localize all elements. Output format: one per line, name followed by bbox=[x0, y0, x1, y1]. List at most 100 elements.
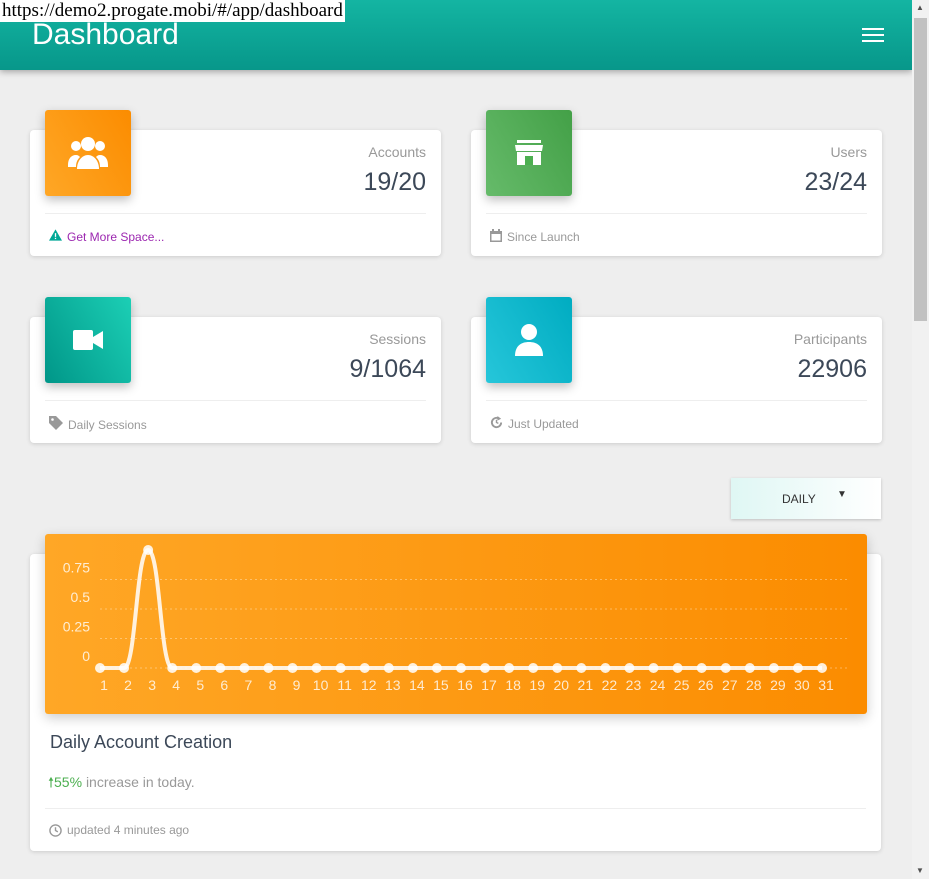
x-tick-label: 1 bbox=[100, 677, 108, 693]
stat-label: Users bbox=[830, 144, 867, 160]
data-point bbox=[792, 663, 803, 673]
x-tick-label: 11 bbox=[337, 677, 352, 693]
x-tick-label: 4 bbox=[172, 677, 180, 693]
data-point bbox=[817, 663, 827, 673]
data-point bbox=[143, 545, 154, 555]
x-tick-label: 22 bbox=[602, 677, 618, 693]
stat-card-participants: Participants 22906 Just Updated bbox=[471, 297, 882, 443]
x-tick-label: 12 bbox=[361, 677, 377, 693]
data-point bbox=[504, 663, 515, 673]
y-tick-label: 0.5 bbox=[71, 589, 91, 605]
x-tick-label: 30 bbox=[794, 677, 810, 693]
x-tick-label: 10 bbox=[313, 677, 329, 693]
stat-footer: Just Updated bbox=[490, 416, 579, 432]
page-title: Dashboard bbox=[32, 18, 179, 51]
data-point bbox=[359, 663, 370, 673]
data-point bbox=[335, 663, 346, 673]
data-point bbox=[672, 663, 683, 673]
line-chart: 00.250.50.751 2 3 4 5 6 7 8 9 10 11 12 13 14 15 16 17 18 1… bbox=[63, 545, 847, 693]
x-tick-label: 20 bbox=[553, 677, 569, 693]
x-tick-label: 16 bbox=[457, 677, 473, 693]
stat-footer: Since Launch bbox=[490, 229, 580, 245]
data-point bbox=[696, 663, 707, 673]
data-point bbox=[528, 663, 539, 673]
data-point bbox=[431, 663, 442, 673]
data-point bbox=[311, 663, 322, 673]
data-point bbox=[287, 663, 298, 673]
hamburger-menu-icon[interactable] bbox=[862, 28, 884, 42]
x-tick-label: 15 bbox=[433, 677, 449, 693]
caret-down-icon: ▼ bbox=[837, 489, 847, 500]
x-tick-label: 2 bbox=[124, 677, 132, 693]
stat-footer: Daily Sessions bbox=[49, 416, 147, 433]
x-tick-label: 19 bbox=[529, 677, 545, 693]
chart-area: 0 0.25 0.5 0.75 1 2 3 4 5 6 7 8 9 10 11 12 13 14 15 16 17 18 1… bbox=[45, 534, 867, 714]
data-point bbox=[239, 663, 250, 673]
y-tick-label: 0.75 bbox=[63, 560, 90, 576]
increase-value: 55% bbox=[54, 774, 83, 790]
data-point bbox=[768, 663, 779, 673]
stat-card-accounts: Accounts 19/20 Get More Space... bbox=[30, 110, 441, 256]
data-point bbox=[167, 663, 178, 673]
data-point bbox=[119, 663, 130, 673]
x-tick-label: 27 bbox=[722, 677, 738, 693]
y-tick-label: 0 bbox=[82, 648, 90, 664]
tag-icon bbox=[49, 416, 63, 433]
stat-footer-text[interactable]: Get More Space... bbox=[67, 230, 164, 244]
data-point bbox=[552, 663, 563, 673]
data-point bbox=[648, 663, 659, 673]
period-dropdown[interactable]: DAILY ▼ bbox=[731, 478, 881, 519]
chart-title: Daily Account Creation bbox=[50, 732, 233, 752]
data-point bbox=[95, 663, 105, 673]
video-icon bbox=[45, 297, 131, 383]
y-tick-label: 0.25 bbox=[63, 619, 90, 635]
increase-text: increase in today. bbox=[85, 774, 195, 790]
x-tick-label: 6 bbox=[220, 677, 228, 693]
data-point bbox=[480, 663, 491, 673]
x-tick-label: 21 bbox=[578, 677, 594, 693]
data-point bbox=[720, 663, 731, 673]
scrollbar[interactable]: ▲ ▼ bbox=[912, 0, 929, 879]
x-tick-label: 18 bbox=[505, 677, 521, 693]
x-tick-label: 17 bbox=[481, 677, 497, 693]
url-bar: https://demo2.progate.mobi/#/app/dashboa… bbox=[0, 0, 345, 22]
get-more-space-link[interactable]: Get More Space... bbox=[49, 229, 164, 244]
x-tick-label: 31 bbox=[818, 677, 834, 693]
x-tick-label: 23 bbox=[626, 677, 642, 693]
x-tick-label: 25 bbox=[674, 677, 690, 693]
stat-label: Accounts bbox=[368, 144, 426, 160]
x-tick-label: 28 bbox=[746, 677, 762, 693]
x-tick-label: 29 bbox=[770, 677, 786, 693]
data-point bbox=[215, 663, 226, 673]
data-point bbox=[383, 663, 394, 673]
x-tick-label: 14 bbox=[409, 677, 425, 693]
stat-value: 19/20 bbox=[363, 168, 426, 196]
data-point bbox=[263, 663, 274, 673]
data-point bbox=[576, 663, 587, 673]
stat-label: Participants bbox=[793, 331, 867, 347]
x-tick-label: 26 bbox=[698, 677, 714, 693]
data-point bbox=[191, 663, 202, 673]
refresh-icon bbox=[490, 416, 503, 432]
stat-value: 23/24 bbox=[804, 168, 867, 196]
data-point bbox=[624, 663, 635, 673]
calendar-icon bbox=[490, 229, 502, 245]
stat-footer-text: Since Launch bbox=[507, 230, 580, 244]
x-tick-label: 7 bbox=[245, 677, 253, 693]
stat-footer-text: Just Updated bbox=[508, 417, 579, 431]
dropdown-value: DAILY bbox=[782, 492, 816, 506]
stat-footer-text: Daily Sessions bbox=[68, 417, 147, 432]
clock-icon bbox=[49, 823, 62, 837]
x-tick-label: 9 bbox=[293, 677, 301, 693]
x-tick-label: 8 bbox=[269, 677, 277, 693]
stat-card-users: Users 23/24 Since Launch bbox=[471, 110, 882, 256]
warning-icon bbox=[49, 229, 62, 244]
data-point bbox=[456, 663, 466, 673]
data-point bbox=[407, 663, 418, 673]
stat-label: Sessions bbox=[369, 331, 426, 347]
updated-text: updated 4 minutes ago bbox=[67, 823, 190, 837]
data-point bbox=[600, 663, 611, 673]
stat-value: 9/1064 bbox=[349, 355, 426, 383]
x-tick-label: 5 bbox=[196, 677, 204, 693]
stat-card-sessions: Sessions 9/1064 Daily Sessions bbox=[30, 297, 441, 443]
